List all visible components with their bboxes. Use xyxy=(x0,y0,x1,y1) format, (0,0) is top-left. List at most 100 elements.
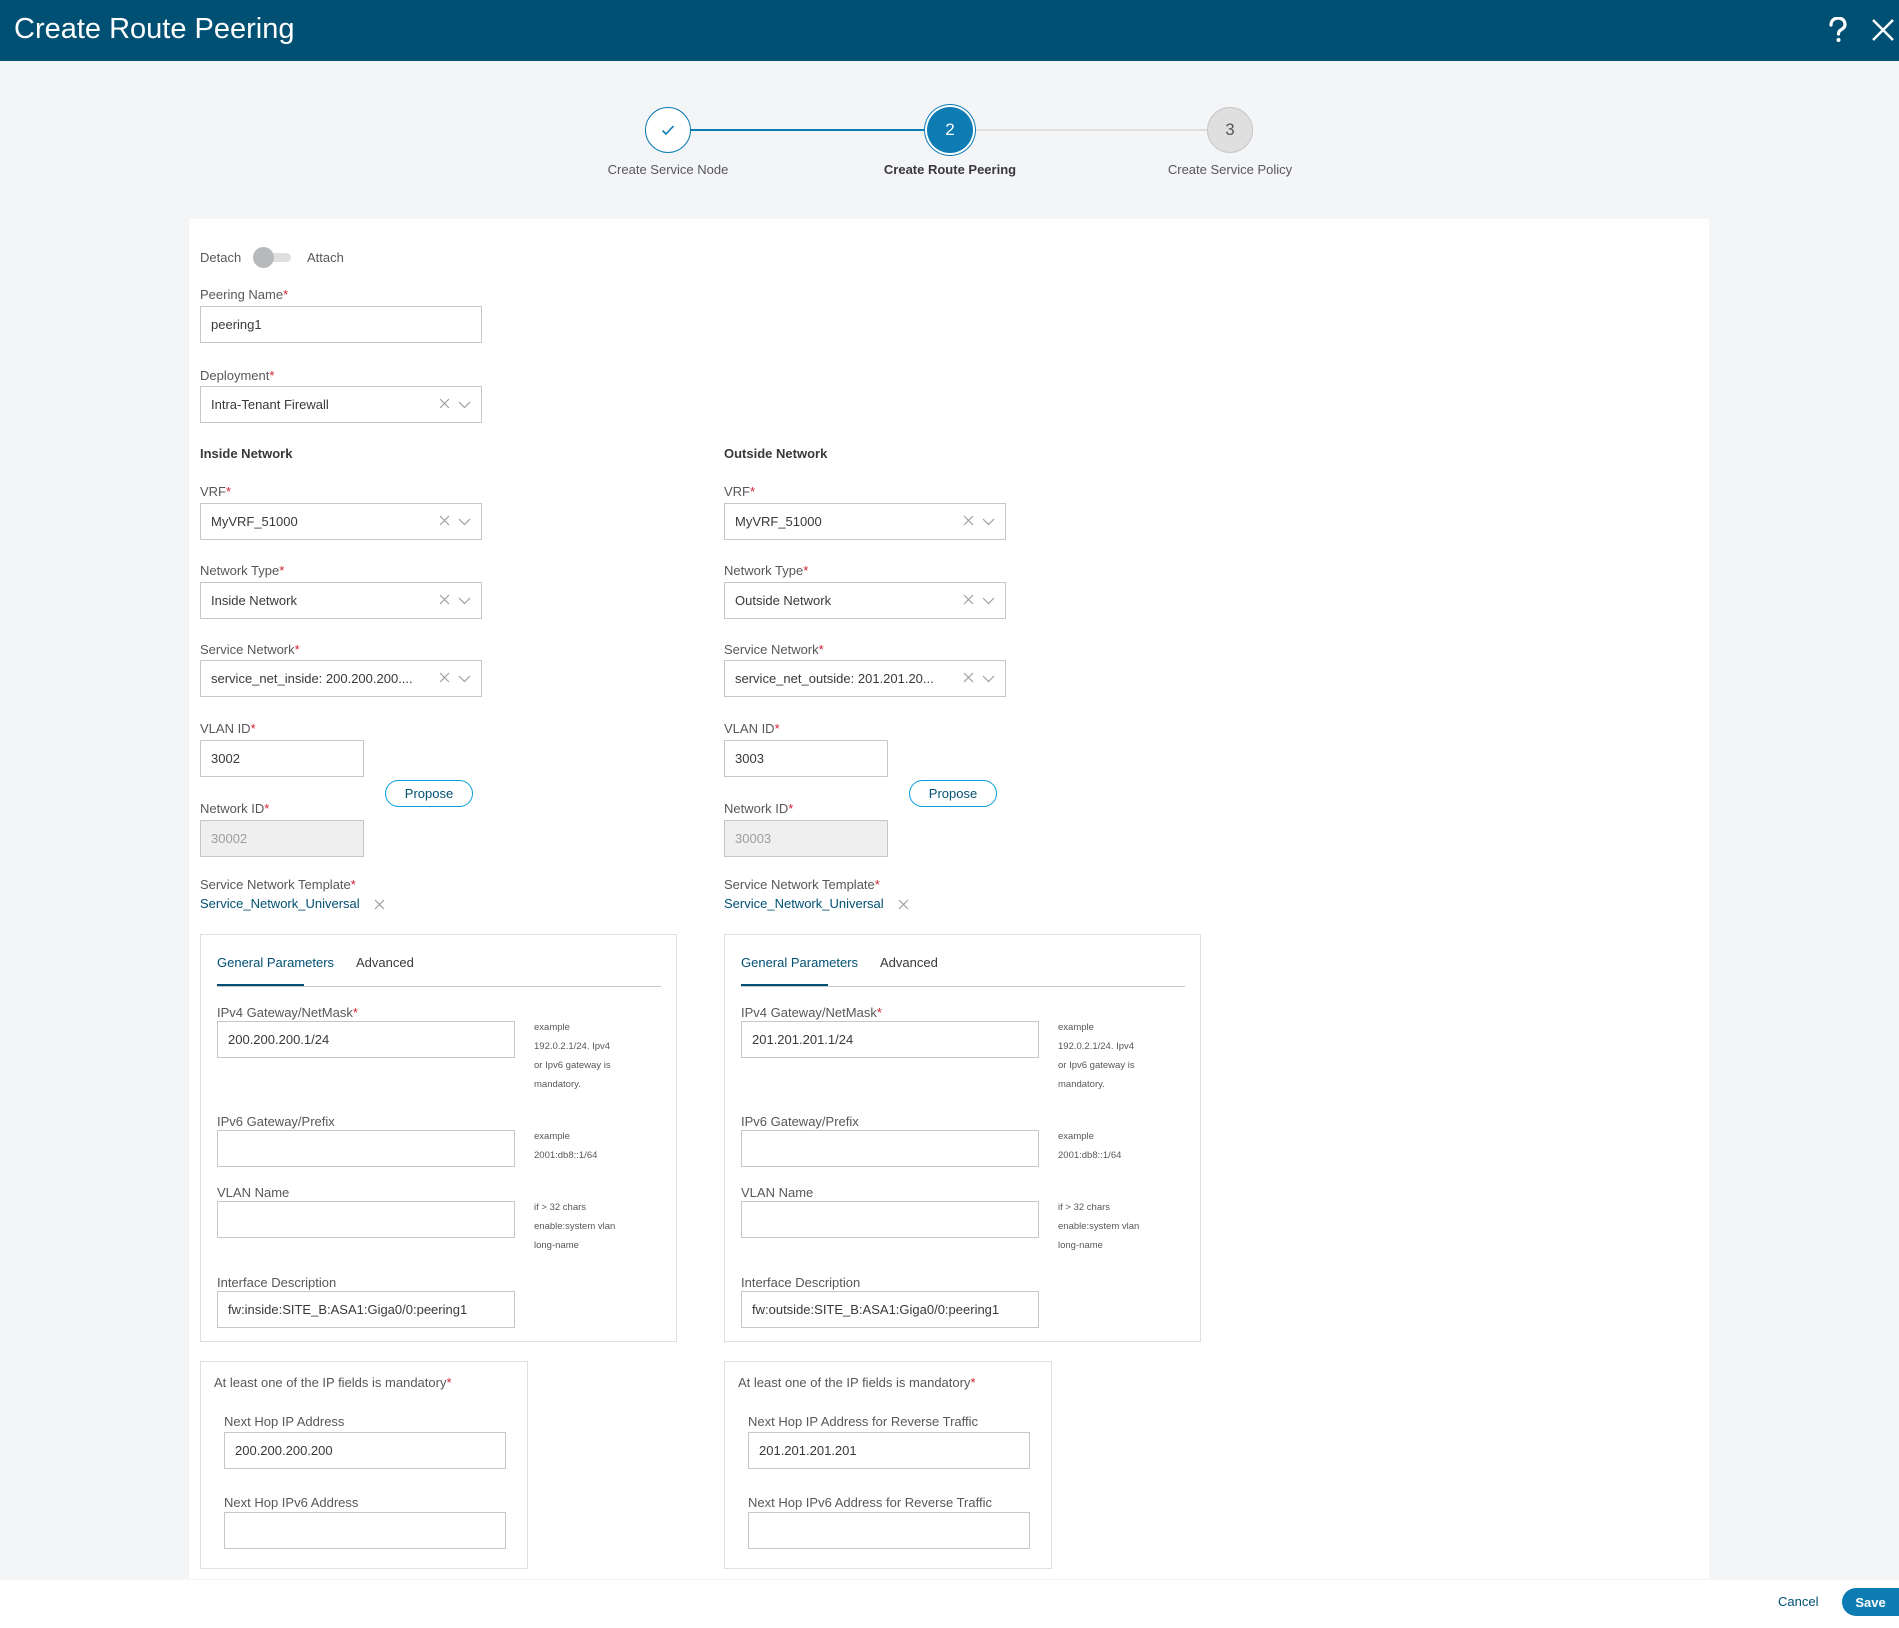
deployment-label: Deployment* xyxy=(200,368,275,383)
inside-service-network-label: Service Network* xyxy=(200,642,300,657)
inside-mandatory-note: At least one of the IP fields is mandato… xyxy=(214,1375,452,1390)
chevron-down-icon[interactable] xyxy=(458,593,471,608)
outside-next-hop-ipv6-input[interactable] xyxy=(748,1512,1030,1549)
inside-vlan-id-label: VLAN ID* xyxy=(200,721,256,736)
outside-iface-desc-input[interactable]: fw:outside:SITE_B:ASA1:Giga0/0:peering1 xyxy=(741,1291,1039,1328)
inside-template-link[interactable]: Service_Network_Universal xyxy=(200,896,360,911)
inside-ipv4-label: IPv4 Gateway/NetMask* xyxy=(217,1005,358,1020)
chevron-down-icon[interactable] xyxy=(458,397,471,412)
cancel-button[interactable]: Cancel xyxy=(1778,1594,1818,1609)
step-2-circle: 2 xyxy=(927,107,973,153)
outside-next-hop-ip-label: Next Hop IP Address for Reverse Traffic xyxy=(748,1414,979,1429)
outside-template-label: Service Network Template* xyxy=(724,877,880,892)
inside-tab-general[interactable]: General Parameters xyxy=(217,955,334,970)
outside-iface-desc-label: Interface Description xyxy=(741,1275,861,1290)
outside-params-panel: General Parameters Advanced IPv4 Gateway… xyxy=(724,934,1201,1342)
inside-ipv4-input[interactable]: 200.200.200.1/24 xyxy=(217,1021,515,1058)
clear-icon[interactable] xyxy=(963,593,974,608)
toggle-attach-label: Attach xyxy=(307,250,344,265)
outside-tab-advanced[interactable]: Advanced xyxy=(880,955,938,970)
outside-network-heading: Outside Network xyxy=(724,446,828,461)
inside-network-heading: Inside Network xyxy=(200,446,293,461)
outside-ipv6-label: IPv6 Gateway/Prefix xyxy=(741,1114,859,1129)
save-button[interactable]: Save xyxy=(1842,1588,1899,1616)
outside-mandatory-note: At least one of the IP fields is mandato… xyxy=(738,1375,976,1390)
inside-next-hop-ip-input[interactable]: 200.200.200.200 xyxy=(224,1432,506,1469)
check-icon xyxy=(661,124,675,136)
remove-template-icon[interactable] xyxy=(898,897,909,915)
inside-next-hop-panel: At least one of the IP fields is mandato… xyxy=(200,1361,528,1569)
outside-ipv6-hint: example 2001:db8::1/64 xyxy=(1058,1131,1122,1161)
inside-ipv6-hint: example 2001:db8::1/64 xyxy=(534,1131,598,1161)
deployment-select[interactable]: Intra-Tenant Firewall xyxy=(200,386,482,423)
inside-ipv6-label: IPv6 Gateway/Prefix xyxy=(217,1114,335,1129)
modal-footer xyxy=(0,1580,1899,1628)
step-2-label: Create Route Peering xyxy=(883,162,1017,177)
inside-params-panel: General Parameters Advanced IPv4 Gateway… xyxy=(200,934,677,1342)
outside-vlan-id-input[interactable]: 3003 xyxy=(724,740,888,777)
inside-next-hop-ipv6-label: Next Hop IPv6 Address xyxy=(224,1495,359,1510)
step-3-circle: 3 xyxy=(1207,107,1253,153)
detach-attach-toggle[interactable] xyxy=(253,247,297,268)
remove-template-icon[interactable] xyxy=(374,897,385,915)
inside-iface-desc-label: Interface Description xyxy=(217,1275,337,1290)
outside-service-network-select[interactable]: service_net_outside: 201.201.20... xyxy=(724,660,1006,697)
inside-network-type-label: Network Type* xyxy=(200,563,285,578)
inside-vlan-id-input[interactable]: 3002 xyxy=(200,740,364,777)
step-connector-pending xyxy=(973,129,1208,131)
inside-vlan-name-input[interactable] xyxy=(217,1201,515,1238)
clear-icon[interactable] xyxy=(439,671,450,686)
chevron-down-icon[interactable] xyxy=(458,514,471,529)
inside-propose-button[interactable]: Propose xyxy=(385,780,473,807)
clear-icon[interactable] xyxy=(963,671,974,686)
inside-ipv6-input[interactable] xyxy=(217,1130,515,1167)
peering-name-input[interactable]: peering1 xyxy=(200,306,482,343)
inside-tab-advanced[interactable]: Advanced xyxy=(356,955,414,970)
outside-vlan-name-hint: if > 32 chars enable:system vlan long-name xyxy=(1058,1202,1140,1251)
step-3-label: Create Service Policy xyxy=(1167,162,1293,177)
peering-name-label: Peering Name* xyxy=(200,287,289,302)
form-card: Detach Attach Peering Name* peering1 Dep… xyxy=(189,219,1709,1579)
tab-divider xyxy=(217,986,661,987)
inside-next-hop-ipv6-input[interactable] xyxy=(224,1512,506,1549)
inside-service-network-select[interactable]: service_net_inside: 200.200.200.... xyxy=(200,660,482,697)
chevron-down-icon[interactable] xyxy=(982,671,995,686)
outside-next-hop-ipv6-label: Next Hop IPv6 Address for Reverse Traffi… xyxy=(748,1495,992,1510)
step-1-label: Create Service Node xyxy=(607,162,729,177)
inside-iface-desc-input[interactable]: fw:inside:SITE_B:ASA1:Giga0/0:peering1 xyxy=(217,1291,515,1328)
outside-template-link[interactable]: Service_Network_Universal xyxy=(724,896,884,911)
inside-vrf-select[interactable]: MyVRF_51000 xyxy=(200,503,482,540)
outside-network-id-input: 30003 xyxy=(724,820,888,857)
outside-next-hop-ip-input[interactable]: 201.201.201.201 xyxy=(748,1432,1030,1469)
inside-vlan-name-hint: if > 32 chars enable:system vlan long-name xyxy=(534,1202,616,1251)
outside-network-type-label: Network Type* xyxy=(724,563,809,578)
outside-service-network-label: Service Network* xyxy=(724,642,824,657)
clear-icon[interactable] xyxy=(439,397,450,412)
outside-tab-general[interactable]: General Parameters xyxy=(741,955,858,970)
outside-network-id-label: Network ID* xyxy=(724,801,794,816)
step-connector-done xyxy=(691,129,928,131)
outside-ipv4-input[interactable]: 201.201.201.1/24 xyxy=(741,1021,1039,1058)
help-icon[interactable] xyxy=(1818,10,1858,50)
clear-icon[interactable] xyxy=(439,593,450,608)
outside-vlan-id-label: VLAN ID* xyxy=(724,721,780,736)
outside-vlan-name-input[interactable] xyxy=(741,1201,1039,1238)
chevron-down-icon[interactable] xyxy=(458,671,471,686)
inside-network-type-select[interactable]: Inside Network xyxy=(200,582,482,619)
chevron-down-icon[interactable] xyxy=(982,593,995,608)
inside-network-id-input: 30002 xyxy=(200,820,364,857)
inside-next-hop-ip-label: Next Hop IP Address xyxy=(224,1414,345,1429)
clear-icon[interactable] xyxy=(439,514,450,529)
outside-propose-button[interactable]: Propose xyxy=(909,780,997,807)
outside-vrf-select[interactable]: MyVRF_51000 xyxy=(724,503,1006,540)
outside-network-type-select[interactable]: Outside Network xyxy=(724,582,1006,619)
outside-vrf-label: VRF* xyxy=(724,484,756,499)
inside-vrf-label: VRF* xyxy=(200,484,232,499)
chevron-down-icon[interactable] xyxy=(982,514,995,529)
inside-vlan-name-label: VLAN Name xyxy=(217,1185,290,1200)
inside-network-id-label: Network ID* xyxy=(200,801,270,816)
close-icon[interactable] xyxy=(1863,10,1899,50)
outside-ipv6-input[interactable] xyxy=(741,1130,1039,1167)
inside-template-label: Service Network Template* xyxy=(200,877,356,892)
clear-icon[interactable] xyxy=(963,514,974,529)
